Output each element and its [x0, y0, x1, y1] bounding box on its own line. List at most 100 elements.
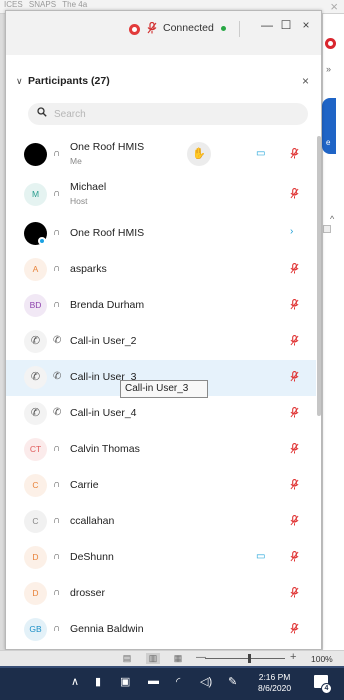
mic-muted-svg	[290, 551, 299, 562]
bg-tab-other[interactable]: The 4a	[62, 0, 87, 9]
mic-muted-icon[interactable]	[290, 188, 299, 202]
participant-row[interactable]: ∩ One Roof HMIS ›	[6, 216, 316, 252]
participant-row[interactable]: D ∩ drosser	[6, 576, 316, 612]
zoom-slider-thumb[interactable]	[248, 654, 251, 663]
participant-row[interactable]: A ∩ asparks	[6, 252, 316, 288]
mic-muted-svg	[290, 443, 299, 454]
search-box[interactable]	[28, 103, 308, 125]
video-camera-icon[interactable]: ▭	[256, 551, 265, 562]
recording-icon[interactable]	[129, 24, 140, 35]
window-titlebar: Connected — ☐ ×	[6, 11, 321, 55]
windows-taskbar: ∧ ▮ ▣ ▬ ◜ ◁) ✎ 2:16 PM 8/6/2020 4	[0, 666, 344, 700]
mic-muted-icon[interactable]	[290, 623, 299, 637]
wifi-icon[interactable]: ◜	[176, 675, 180, 688]
mic-muted-icon[interactable]	[290, 371, 299, 385]
pen-icon[interactable]: ✎	[228, 675, 237, 688]
headphones-icon: ∩	[53, 587, 61, 598]
mic-muted-svg	[290, 623, 299, 634]
meeting-tray-icon[interactable]: ▣	[120, 675, 130, 688]
taskbar-clock[interactable]: 2:16 PM 8/6/2020	[258, 672, 291, 694]
phone-avatar-icon: ✆	[24, 402, 47, 425]
bg-record-icon[interactable]	[325, 38, 336, 49]
bg-scroll-thumb[interactable]	[323, 225, 331, 233]
battery-icon[interactable]: ▬	[148, 675, 159, 687]
participant-row[interactable]: C ∩ ccallahan	[6, 504, 316, 540]
bg-close-icon[interactable]: ×	[330, 0, 338, 13]
participant-row[interactable]: ✆ ✆ Call-in User_2	[6, 324, 316, 360]
participant-name: Call-in User_4	[70, 407, 137, 419]
participant-row[interactable]: ∩ One Roof HMIS Me ✋ ▭	[6, 136, 316, 176]
participant-name: Carrie	[70, 479, 99, 491]
participant-row[interactable]: BD ∩ Brenda Durham	[6, 288, 316, 324]
mic-muted-icon[interactable]	[290, 407, 299, 421]
participants-window: Connected — ☐ × ∨ Participants (27) × ∩ O…	[5, 10, 322, 650]
participant-role: Host	[70, 196, 88, 206]
bg-scroll-up-icon[interactable]: ^	[330, 214, 334, 224]
zoom-slider-track[interactable]	[205, 658, 285, 659]
participant-row[interactable]: CT ∩ Calvin Thomas	[6, 432, 316, 468]
bg-tab-snaps[interactable]: SNAPS	[29, 0, 56, 9]
participant-name: Michael	[70, 181, 107, 193]
web-layout-icon[interactable]: ▦	[171, 653, 185, 664]
mic-muted-icon[interactable]	[290, 263, 299, 277]
clock-time: 2:16 PM	[258, 672, 291, 682]
participant-row[interactable]: ✆ ✆ Call-in User_4	[6, 396, 316, 432]
participant-row[interactable]: D ∩ DeShunn ▭	[6, 540, 316, 576]
minimize-button[interactable]: —	[259, 18, 275, 32]
mic-muted-icon[interactable]	[290, 443, 299, 457]
mic-muted-icon[interactable]	[290, 148, 299, 162]
mic-muted-icon[interactable]	[290, 551, 299, 565]
search-input[interactable]	[54, 106, 294, 122]
mic-muted-icon[interactable]	[290, 587, 299, 601]
participant-row[interactable]: C ∩ Carrie	[6, 468, 316, 504]
headphones-icon: ∩	[53, 188, 61, 199]
mic-muted-svg	[290, 148, 299, 159]
participants-title: Participants (27)	[28, 75, 110, 87]
participant-name: DeShunn	[70, 551, 114, 563]
mic-muted-svg	[290, 515, 299, 526]
collapse-chevron-icon[interactable]: ∨	[16, 76, 23, 87]
mic-muted-svg	[147, 21, 157, 34]
participant-name: Call-in User_2	[70, 335, 137, 347]
phone-audio-icon: ✆	[53, 407, 62, 418]
participant-row[interactable]: M ∩ Michael Host	[6, 176, 316, 216]
participant-name: ccallahan	[70, 515, 115, 527]
participant-row[interactable]: GB ∩ Gennia Baldwin	[6, 612, 316, 648]
read-mode-icon[interactable]: ▤	[120, 653, 134, 664]
mic-muted-icon[interactable]	[147, 21, 157, 37]
mic-muted-icon[interactable]	[290, 515, 299, 529]
participant-avatar	[24, 143, 47, 166]
close-window-button[interactable]: ×	[298, 18, 314, 32]
participant-avatar: CT	[24, 438, 47, 461]
participant-avatar: C	[24, 474, 47, 497]
participant-avatar: D	[24, 582, 47, 605]
participant-avatar	[24, 222, 47, 245]
bg-tab-ices[interactable]: ICES	[4, 0, 23, 9]
headphones-icon: ∩	[53, 551, 61, 562]
video-camera-icon[interactable]: ▭	[256, 148, 265, 159]
mic-muted-icon[interactable]	[290, 479, 299, 493]
bg-side-button[interactable]: e	[322, 98, 336, 154]
usb-icon[interactable]: ▮	[95, 675, 101, 688]
participant-name: Gennia Baldwin	[70, 623, 144, 635]
mic-muted-svg	[290, 263, 299, 274]
mic-muted-icon[interactable]	[290, 299, 299, 313]
bg-double-chevron-icon[interactable]: »	[326, 64, 331, 74]
connection-status-dot	[221, 26, 226, 31]
participant-list-scrollbar[interactable]	[317, 136, 321, 416]
zoom-level[interactable]: 100%	[311, 654, 333, 664]
print-layout-icon[interactable]: ▥	[146, 653, 160, 664]
participant-name: Calvin Thomas	[70, 443, 140, 455]
close-panel-button[interactable]: ×	[302, 74, 309, 88]
clock-date: 8/6/2020	[258, 683, 292, 693]
mic-muted-svg	[290, 407, 299, 418]
speaking-indicator-icon: ›	[290, 226, 294, 237]
raised-hand-icon[interactable]: ✋	[187, 142, 211, 166]
volume-icon[interactable]: ◁)	[200, 675, 212, 688]
document-status-bar: ▤ ▥ ▦ — + 100%	[0, 650, 344, 666]
show-hidden-icons-chevron-icon[interactable]: ∧	[71, 675, 79, 688]
phone-avatar-icon: ✆	[24, 330, 47, 353]
maximize-button[interactable]: ☐	[278, 18, 294, 32]
mic-muted-icon[interactable]	[290, 335, 299, 349]
zoom-in-button[interactable]: +	[290, 651, 296, 663]
